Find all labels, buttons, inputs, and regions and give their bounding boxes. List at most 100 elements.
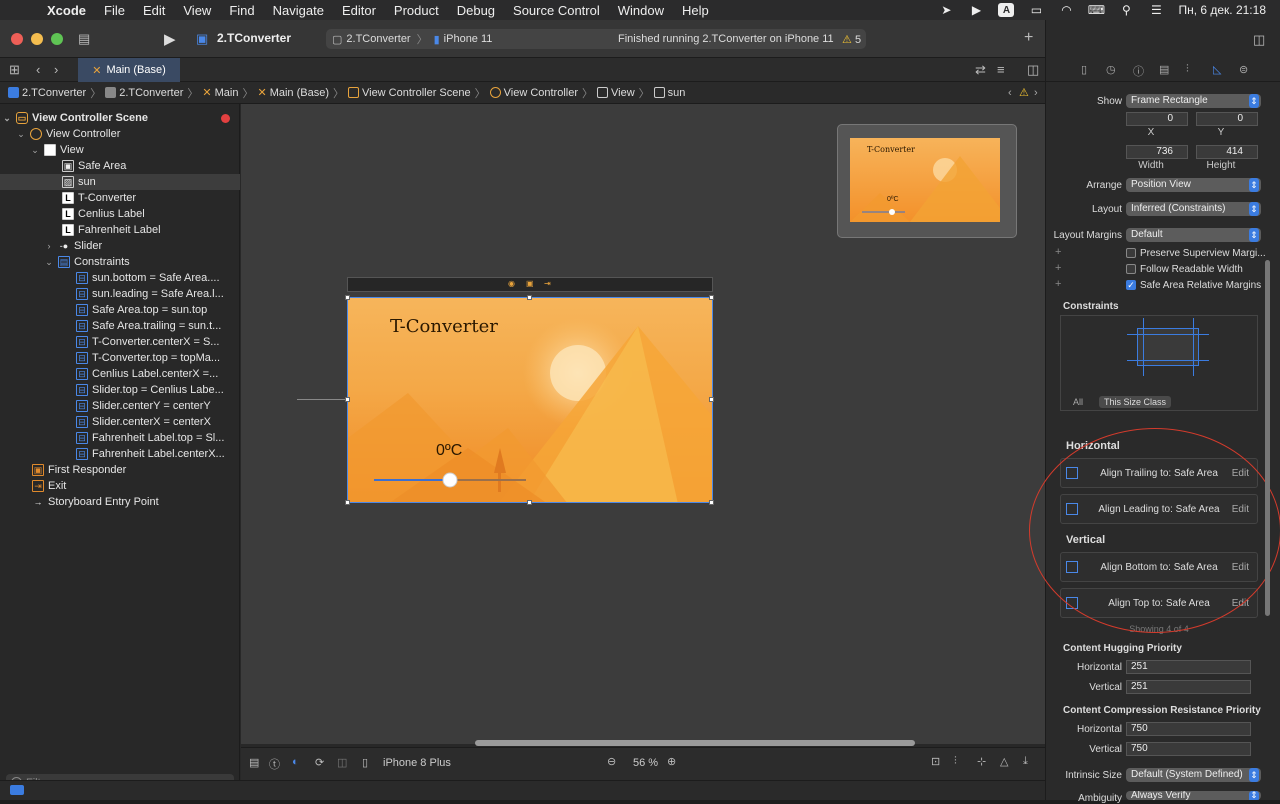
hide-outline-icon[interactable]: ▤ [249, 756, 259, 769]
wifi-icon[interactable]: ◠ [1058, 3, 1074, 17]
view-controller-dock-icon[interactable]: ◉ [508, 279, 515, 288]
outline-row[interactable]: ⌄ View Controller [0, 126, 240, 142]
outline-row[interactable]: ⊟ Fahrenheit Label.centerX... [0, 446, 240, 462]
y-field[interactable]: 0 [1196, 112, 1258, 126]
comp-h-field[interactable]: 750 [1126, 722, 1251, 736]
error-icon[interactable] [221, 114, 230, 123]
refresh-icon[interactable]: ⇄ [975, 62, 986, 78]
appearance-icon[interactable]: ⓣ [269, 756, 280, 772]
disclosure-open-icon[interactable]: ⌄ [30, 145, 40, 156]
zoom-in-icon[interactable]: ⊕ [667, 755, 676, 768]
add-icon[interactable]: + [1024, 29, 1033, 47]
outline-row[interactable]: ⊟ Safe Area.trailing = sun.t... [0, 318, 240, 334]
control-center-icon[interactable]: ☰ [1148, 3, 1164, 17]
outline-row[interactable]: ⊟ sun.bottom = Safe Area.... [0, 270, 240, 286]
view-controller-scene[interactable]: T-Converter 0ºC [347, 297, 713, 503]
minimize-button[interactable] [31, 33, 43, 45]
menu-debug[interactable]: Debug [448, 3, 504, 18]
device-config-label[interactable]: iPhone 8 Plus [383, 757, 451, 769]
debug-area-icon[interactable] [10, 785, 24, 795]
orientation-icon[interactable]: ⟳ [315, 756, 324, 769]
intrinsic-size-popup[interactable]: Default (System Defined) [1126, 768, 1261, 782]
outline-row[interactable]: ⊟ Safe Area.top = sun.top [0, 302, 240, 318]
outline-row[interactable]: › -● Slider [0, 238, 240, 254]
outline-row[interactable]: ⊟ Slider.centerX = centerX [0, 414, 240, 430]
readable-width-checkbox[interactable] [1126, 264, 1136, 274]
crumb-folder[interactable]: 2.TConverter [105, 87, 183, 99]
add-variation-icon[interactable]: + [1055, 246, 1061, 258]
help-inspector-icon[interactable]: ⓘ [1133, 63, 1144, 79]
play-circle-icon[interactable]: ▶ [968, 3, 984, 17]
attributes-inspector-icon[interactable]: ⫶ [1186, 63, 1189, 76]
menu-editor[interactable]: Editor [333, 3, 385, 18]
warning-icon[interactable]: ⚠ [1019, 86, 1029, 99]
outline-row[interactable]: ⇥ Exit [0, 478, 240, 494]
outline-row[interactable]: ▣ First Responder [0, 462, 240, 478]
crumb-main-base[interactable]: ✕ Main (Base) [257, 86, 329, 100]
back-icon[interactable]: ‹ [36, 62, 40, 77]
menu-app[interactable]: Xcode [38, 3, 95, 18]
seg-this-size-class[interactable]: This Size Class [1099, 396, 1172, 408]
temperature-slider[interactable] [374, 473, 526, 487]
storyboard-canvas[interactable]: T-Converter 0ºC ◉ ▣ ⇥ T-Converter 0ºC [241, 104, 1045, 744]
show-popup[interactable]: Frame Rectangle [1126, 94, 1261, 108]
device-phone-icon[interactable]: ▯ [362, 756, 368, 769]
add-variation-icon[interactable]: + [1055, 278, 1061, 290]
dark-mode-icon[interactable]: ◐ [292, 756, 299, 768]
location-icon[interactable]: ➤ [938, 3, 954, 17]
next-issue-icon[interactable]: › [1034, 87, 1038, 99]
menu-window[interactable]: Window [609, 3, 673, 18]
menu-product[interactable]: Product [385, 3, 448, 18]
outline-row[interactable]: ⊟ T-Converter.centerX = S... [0, 334, 240, 350]
clock[interactable]: Пн, 6 дек. 21:18 [1178, 3, 1266, 17]
close-button[interactable] [11, 33, 23, 45]
outline-row[interactable]: L Fahrenheit Label [0, 222, 240, 238]
zoom-out-icon[interactable]: ⊖ [607, 755, 616, 768]
inspector-scrollbar[interactable] [1265, 260, 1270, 616]
outline-row[interactable]: ⊟ T-Converter.top = topMa... [0, 350, 240, 366]
history-inspector-icon[interactable]: ◷ [1106, 63, 1116, 76]
keyboard-icon[interactable]: ⌨ [1088, 3, 1105, 17]
arrange-popup[interactable]: Position View [1126, 178, 1261, 192]
add-variation-icon[interactable]: + [1055, 262, 1061, 274]
disclosure-open-icon[interactable]: ⌄ [16, 129, 26, 140]
crumb-view[interactable]: View [597, 87, 635, 99]
celsius-label[interactable]: 0ºC [436, 442, 462, 460]
related-items-icon[interactable]: ⊞ [9, 62, 20, 78]
outline-row[interactable]: ⊟ Cenlius Label.centerX =... [0, 366, 240, 382]
identity-inspector-icon[interactable]: ▤ [1159, 63, 1169, 76]
resolve-issues-icon[interactable]: △ [1000, 755, 1008, 768]
split-editor-icon[interactable]: ◫ [1027, 62, 1039, 78]
menu-edit[interactable]: Edit [134, 3, 174, 18]
warnings-count[interactable]: ⚠ 5 [842, 33, 861, 46]
outline-row[interactable]: → Storyboard Entry Point [0, 494, 240, 510]
forward-icon[interactable]: › [54, 62, 58, 77]
resize-handle[interactable] [709, 397, 714, 402]
resize-handle[interactable] [527, 500, 532, 505]
search-icon[interactable]: ⚲ [1118, 3, 1134, 17]
split-view-icon[interactable]: ◫ [337, 756, 347, 769]
safe-area-margins-checkbox[interactable]: ✓ [1126, 280, 1136, 290]
crumb-scene[interactable]: View Controller Scene [347, 87, 471, 99]
sidebar-toggle-icon[interactable]: ▤ [78, 31, 90, 47]
hug-v-field[interactable]: 251 [1126, 680, 1251, 694]
exit-dock-icon[interactable]: ⇥ [544, 279, 551, 288]
embed-in-icon[interactable]: ⤓ [1023, 755, 1028, 768]
update-frames-icon[interactable]: ⊡ [931, 755, 940, 768]
disclosure-closed-icon[interactable]: › [44, 241, 54, 251]
resize-handle[interactable] [527, 295, 532, 300]
outline-row[interactable]: ▣ Safe Area [0, 158, 240, 174]
minimap[interactable]: T-Converter 0ºC [837, 124, 1017, 238]
outline-row[interactable]: ⊟ Fahrenheit Label.top = Sl... [0, 430, 240, 446]
crumb-main[interactable]: ✕ Main [202, 86, 238, 100]
outline-row[interactable]: L Cenlius Label [0, 206, 240, 222]
outline-row[interactable]: L T-Converter [0, 190, 240, 206]
zoom-button[interactable] [51, 33, 63, 45]
preserve-margins-checkbox[interactable] [1126, 248, 1136, 258]
menu-file[interactable]: File [95, 3, 134, 18]
run-icon[interactable]: ▶ [164, 30, 176, 48]
menu-find[interactable]: Find [220, 3, 263, 18]
battery-icon[interactable]: ▭ [1028, 3, 1044, 17]
file-inspector-icon[interactable]: ▯ [1081, 63, 1087, 76]
align-icon[interactable]: ⫶ [954, 755, 957, 768]
